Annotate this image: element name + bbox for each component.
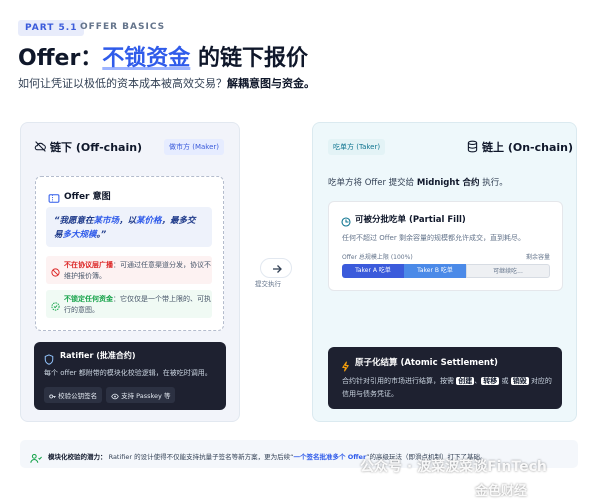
submit-label: 提交执行: [255, 280, 281, 288]
partial-fill-title: 可被分批吃单 (Partial Fill): [355, 215, 466, 225]
title-suffix: 的链下报价: [197, 46, 308, 71]
title-prefix: Offer：: [18, 46, 103, 71]
cloud-off-icon: [34, 138, 47, 157]
maker-badge: 做市方 (Maker): [164, 139, 225, 155]
onchain-desc: 吃单方将 Offer 提交给 Midnight 合约 执行。: [328, 176, 508, 188]
watermark-wechat: 公众号 · 波菜波菜谈FinTech: [360, 459, 547, 475]
quote-part: “我愿意在: [54, 216, 94, 226]
eye-icon: [111, 393, 119, 399]
no-broadcast-bold: 不在协议层广播: [64, 261, 113, 269]
no-lock-text: 不锁定任何资金：它仅仅是一个带上限的、可执行的意图。: [64, 294, 214, 316]
ban-icon: [51, 262, 60, 281]
intent-quote: “我愿意在某市场，以某价格，最多交易多大规模。”: [46, 207, 212, 247]
shield-icon: [44, 350, 54, 369]
atomic-title: 原子化结算 (Atomic Settlement): [355, 358, 498, 368]
onchain-desc-bold: Midnight 合约: [416, 178, 480, 188]
no-lock-bold: 不锁定任何资金: [64, 295, 113, 303]
atomic-sep: 或: [501, 377, 509, 385]
bolt-icon: [341, 357, 350, 376]
watermark-source: 金色财经: [475, 484, 528, 499]
chip1-label: 校验公钥签名: [58, 392, 98, 400]
subtitle-bold: 解耦意图与资金。: [227, 77, 315, 90]
chip-passkey: 支持 Passkey 等: [106, 387, 176, 403]
footer-lead: 模块化校验的潜力：: [48, 453, 107, 461]
offer-intent-title: Offer 意图: [64, 192, 111, 202]
page-subtitle: 如何让凭证以极低的资本成本被高效交易？解耦意图与资金。: [18, 75, 315, 91]
pie-clock-icon: [341, 212, 351, 231]
offchain-title: 链下 (Off-chain): [50, 141, 143, 154]
footer-highlight: 一个签名批准多个 Offer: [293, 453, 367, 461]
arrow-right-icon: [273, 265, 282, 273]
submit-arrow: [260, 258, 292, 278]
onchain-desc-a: 吃单方将 Offer 提交给: [328, 178, 415, 188]
fill-bar-remaining: 可继续吃...: [466, 264, 550, 278]
footer-text-a: Ratifier 的设计使得不仅能支持抗量子签名等新方案，更为后续“: [108, 453, 294, 461]
partial-fill-desc: 任何不超过 Offer 剩余容量的规模都允许成交，直到耗尽。: [342, 234, 525, 242]
atomic-transfer: 转移: [481, 377, 500, 385]
key-icon: [49, 394, 56, 398]
no-broadcast-text: 不在协议层广播：可通过任意渠道分发，协议不维护报价簿。: [64, 260, 214, 282]
total-size-label: Offer 总规模上限 (100%): [342, 254, 413, 261]
part-badge: PART 5.1: [18, 20, 85, 36]
quote-price: 某价格: [136, 216, 162, 226]
fill-bar-taker-b: Taker B 吃单: [404, 264, 466, 278]
onchain-title: 链上 (On-chain): [482, 141, 574, 154]
quote-part: 。”: [96, 230, 107, 240]
ticket-icon: [48, 189, 60, 208]
quote-market: 某市场: [93, 216, 119, 226]
database-icon: [467, 138, 478, 157]
taker-badge: 吃单方 (Taker): [328, 139, 386, 155]
fill-bar-taker-a: Taker A 吃单: [342, 264, 404, 278]
page-title: Offer：不锁资金 的链下报价: [18, 40, 308, 72]
atomic-desc-a: 合约针对引用的市场进行结算，按需: [342, 377, 454, 385]
title-highlight: 不锁资金: [102, 46, 191, 71]
remaining-label: 剩余容量: [526, 254, 551, 261]
onchain-desc-b: 执行。: [482, 178, 508, 188]
subtitle-lead: 如何让凭证以极低的资本成本被高效交易？: [18, 77, 227, 90]
chip-verify-signature: 校验公钥签名: [44, 387, 103, 403]
quote-size: 多大规模: [62, 230, 97, 240]
chip2-label: 支持 Passkey 等: [121, 392, 171, 400]
unlock-icon: [51, 296, 60, 315]
atomic-burn: 销毁: [510, 377, 529, 385]
ratifier-desc: 每个 offer 都附带的模块化校验逻辑，在被吃时调用。: [44, 369, 212, 377]
atomic-create: 创建: [456, 377, 475, 385]
quote-part: ，以: [119, 216, 137, 226]
atomic-desc: 合约针对引用的市场进行结算，按需 创建、转移 或 销毁 对应的信用与债务凭证。: [342, 375, 552, 401]
section-label: OFFER BASICS: [80, 22, 166, 32]
ratifier-title: Ratifier (批准合约): [60, 351, 136, 360]
users-icon: [30, 449, 42, 468]
